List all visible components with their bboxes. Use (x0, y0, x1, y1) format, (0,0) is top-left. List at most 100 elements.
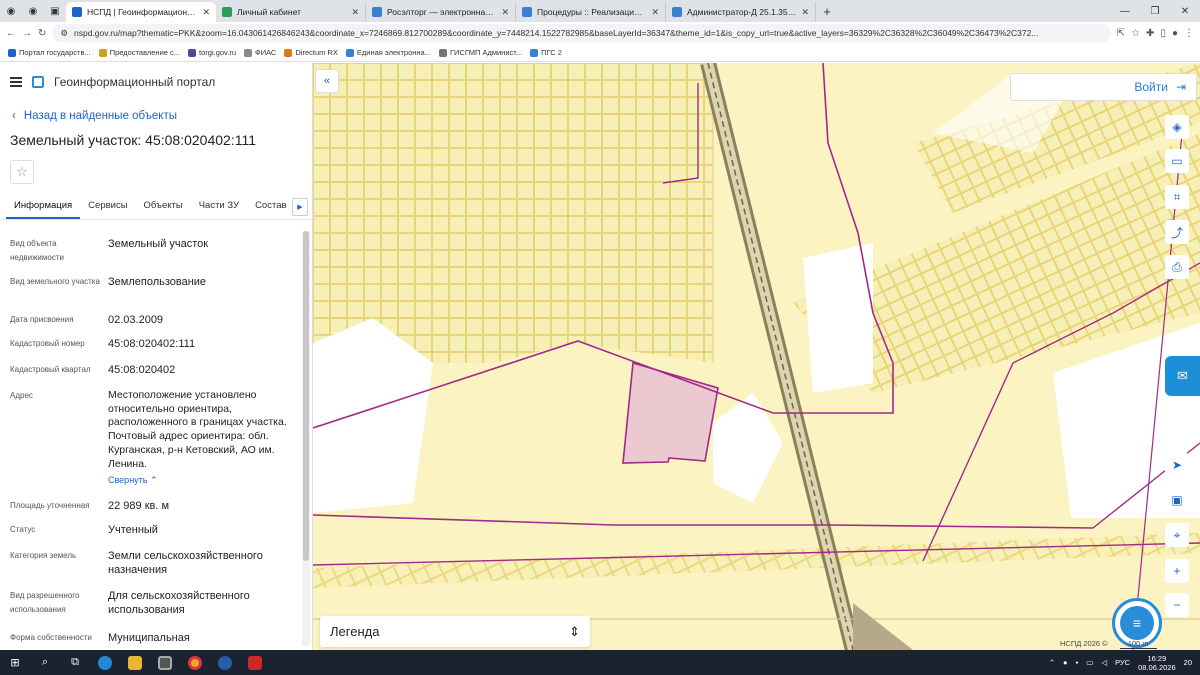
bookmark-item[interactable]: ПГС 2 (530, 48, 562, 57)
language-indicator[interactable]: РУС (1115, 658, 1130, 667)
chrome-icon[interactable] (180, 650, 210, 675)
attribute-key: Статус (10, 525, 36, 534)
zoom-in-button[interactable]: + (1165, 559, 1189, 583)
tab-close-icon[interactable]: ✕ (501, 7, 509, 18)
tray-app-icon[interactable]: ● (1063, 658, 1068, 667)
browser-tab[interactable]: Администратор-Д 25.1.350.417 ✕ (666, 2, 816, 22)
tab-parts[interactable]: Части ЗУ (191, 194, 247, 219)
bookmark-label: ПГС 2 (541, 48, 562, 57)
panel-header: Геоинформационный портал (0, 63, 312, 101)
locate-button[interactable]: ➤ (1165, 453, 1189, 477)
browser-tab[interactable]: НСПД | Геоинформационный п ✕ (66, 2, 216, 22)
panel-scrollbar[interactable] (302, 231, 310, 646)
legend-dropdown[interactable]: Легенда ⇕ (320, 616, 590, 647)
tab-close-icon[interactable]: ✕ (202, 7, 210, 18)
menu-icon[interactable] (10, 77, 22, 87)
pdf-reader-icon[interactable] (240, 650, 270, 675)
bookmark-item[interactable]: torgi.gov.ru (188, 48, 236, 57)
browser-extension-icon[interactable]: ▣ (44, 0, 66, 22)
attribute-key: Категория земель (10, 551, 77, 560)
tab-objects[interactable]: Объекты (136, 194, 191, 219)
cadastral-map[interactable] (313, 63, 1200, 650)
attribute-value: 45:08:020402 (108, 364, 176, 376)
start-icon[interactable]: ⊞ (0, 650, 30, 675)
print-button[interactable]: ⎙ (1165, 255, 1189, 279)
app-icon[interactable] (150, 650, 180, 675)
yandex-icon[interactable] (210, 650, 240, 675)
browser-extension-icon[interactable]: ◉ (22, 0, 44, 22)
ruler-button[interactable]: ▭ (1165, 149, 1189, 173)
browser-tab[interactable]: Личный кабинет ✕ (216, 2, 366, 22)
navigation-icon: ➤ (1171, 458, 1183, 472)
attribute-value: 02.03.2009 (108, 314, 164, 326)
tray-app-icon[interactable]: ▪ (1076, 658, 1079, 667)
bookmark-item[interactable]: Предоставление с... (98, 48, 180, 57)
browser-menu-icon[interactable]: ◉ (0, 0, 22, 22)
chat-icon: ≡ (1120, 606, 1154, 640)
maximize-icon[interactable]: ❐ (1140, 6, 1170, 17)
bookmark-item[interactable]: Единая электронна... (345, 48, 431, 57)
browser-kebab-icon[interactable]: ⋮ (1184, 28, 1194, 39)
map-canvas[interactable]: « (313, 63, 1200, 650)
site-info-icon[interactable]: ⚙ (60, 28, 68, 39)
login-button[interactable]: Войти ⇥ (1010, 73, 1197, 101)
browser-tab[interactable]: Процедуры :: Реализация госим ✕ (516, 2, 666, 22)
layers-button[interactable]: ◈ (1165, 115, 1189, 139)
scrollbar-thumb[interactable] (303, 231, 309, 561)
sidepanel-icon[interactable]: ▯ (1160, 28, 1166, 39)
back-arrow-icon[interactable]: ← (6, 28, 16, 39)
forward-arrow-icon[interactable]: → (22, 28, 32, 39)
tray-chevron-icon[interactable]: ⌃ (1049, 658, 1055, 667)
bookmark-item[interactable]: ФИАС (244, 48, 276, 57)
network-icon[interactable]: ▭ (1086, 658, 1093, 667)
bookmark-item[interactable]: ГИСГМП Админист... (438, 48, 522, 57)
clock[interactable]: 16:29 08.06.2026 (1138, 654, 1176, 672)
close-window-icon[interactable]: ✕ (1170, 6, 1200, 17)
clock-date: 08.06.2026 (1138, 662, 1176, 672)
share-icon[interactable]: ⇱ (1117, 28, 1125, 39)
minimap-icon: ▣ (1171, 493, 1183, 507)
new-tab-button[interactable]: + (816, 4, 838, 19)
reload-icon[interactable]: ↻ (38, 28, 46, 39)
tabs-scroll-right-icon[interactable]: ▶ (292, 198, 308, 216)
edge-icon[interactable] (90, 650, 120, 675)
search-icon[interactable]: ⌕ (30, 650, 60, 675)
collapse-panel-button[interactable]: « (315, 69, 339, 93)
tab-info[interactable]: Информация (6, 194, 81, 219)
browser-tab[interactable]: Росэлторг — электронная торг ✕ (366, 2, 516, 22)
minimize-icon[interactable]: — (1110, 6, 1140, 17)
tab-close-icon[interactable]: ✕ (651, 7, 659, 18)
select-area-button[interactable]: ⌗ (1165, 185, 1189, 209)
collapse-link[interactable]: Свернуть ⌃ (108, 475, 158, 486)
collapse-label: Свернуть (108, 475, 148, 485)
favorite-star-button[interactable]: ☆ (10, 160, 34, 184)
attribute-key: Кадастровый квартал (10, 365, 91, 374)
scale-bar: 100 m (1119, 639, 1157, 649)
tab-services[interactable]: Сервисы (80, 194, 135, 219)
tab-close-icon[interactable]: ✕ (351, 7, 359, 18)
select-area-icon: ⌗ (1173, 189, 1181, 204)
notifications-badge[interactable]: 20 (1184, 658, 1192, 667)
copyright-text: НСПД 2026 © (1060, 639, 1108, 648)
profile-icon[interactable]: ● (1172, 28, 1178, 39)
attribute-value: Земли сельскохозяйственного назначения (108, 550, 263, 576)
bookmark-star-icon[interactable]: ☆ (1131, 28, 1140, 39)
bookmark-item[interactable]: Directum RX (284, 48, 338, 57)
share-map-button[interactable]: ⤴ (1165, 220, 1189, 244)
zoom-out-button[interactable]: − (1165, 593, 1189, 617)
minus-icon: − (1173, 598, 1181, 612)
search-location-button[interactable]: ⌖ (1165, 523, 1189, 547)
tab-composition[interactable]: Состав (247, 194, 294, 219)
back-to-results-link[interactable]: ‹ Назад в найденные объекты (0, 101, 312, 122)
tab-close-icon[interactable]: ✕ (801, 7, 809, 18)
bookmark-item[interactable]: Портал государств... (8, 48, 91, 57)
bookmark-label: Directum RX (295, 48, 338, 57)
attribute-key: Площадь уточненная (10, 501, 90, 510)
url-field[interactable]: ⚙ nspd.gov.ru/map?thematic=PKK&zoom=16.0… (52, 24, 1111, 42)
feedback-tab[interactable]: ✉ (1165, 356, 1200, 396)
file-explorer-icon[interactable] (120, 650, 150, 675)
extensions-icon[interactable]: ✚ (1146, 28, 1154, 39)
task-view-icon[interactable]: ⧉ (60, 650, 90, 675)
minimap-button[interactable]: ▣ (1165, 488, 1189, 512)
volume-icon[interactable]: ◁ (1101, 658, 1107, 667)
